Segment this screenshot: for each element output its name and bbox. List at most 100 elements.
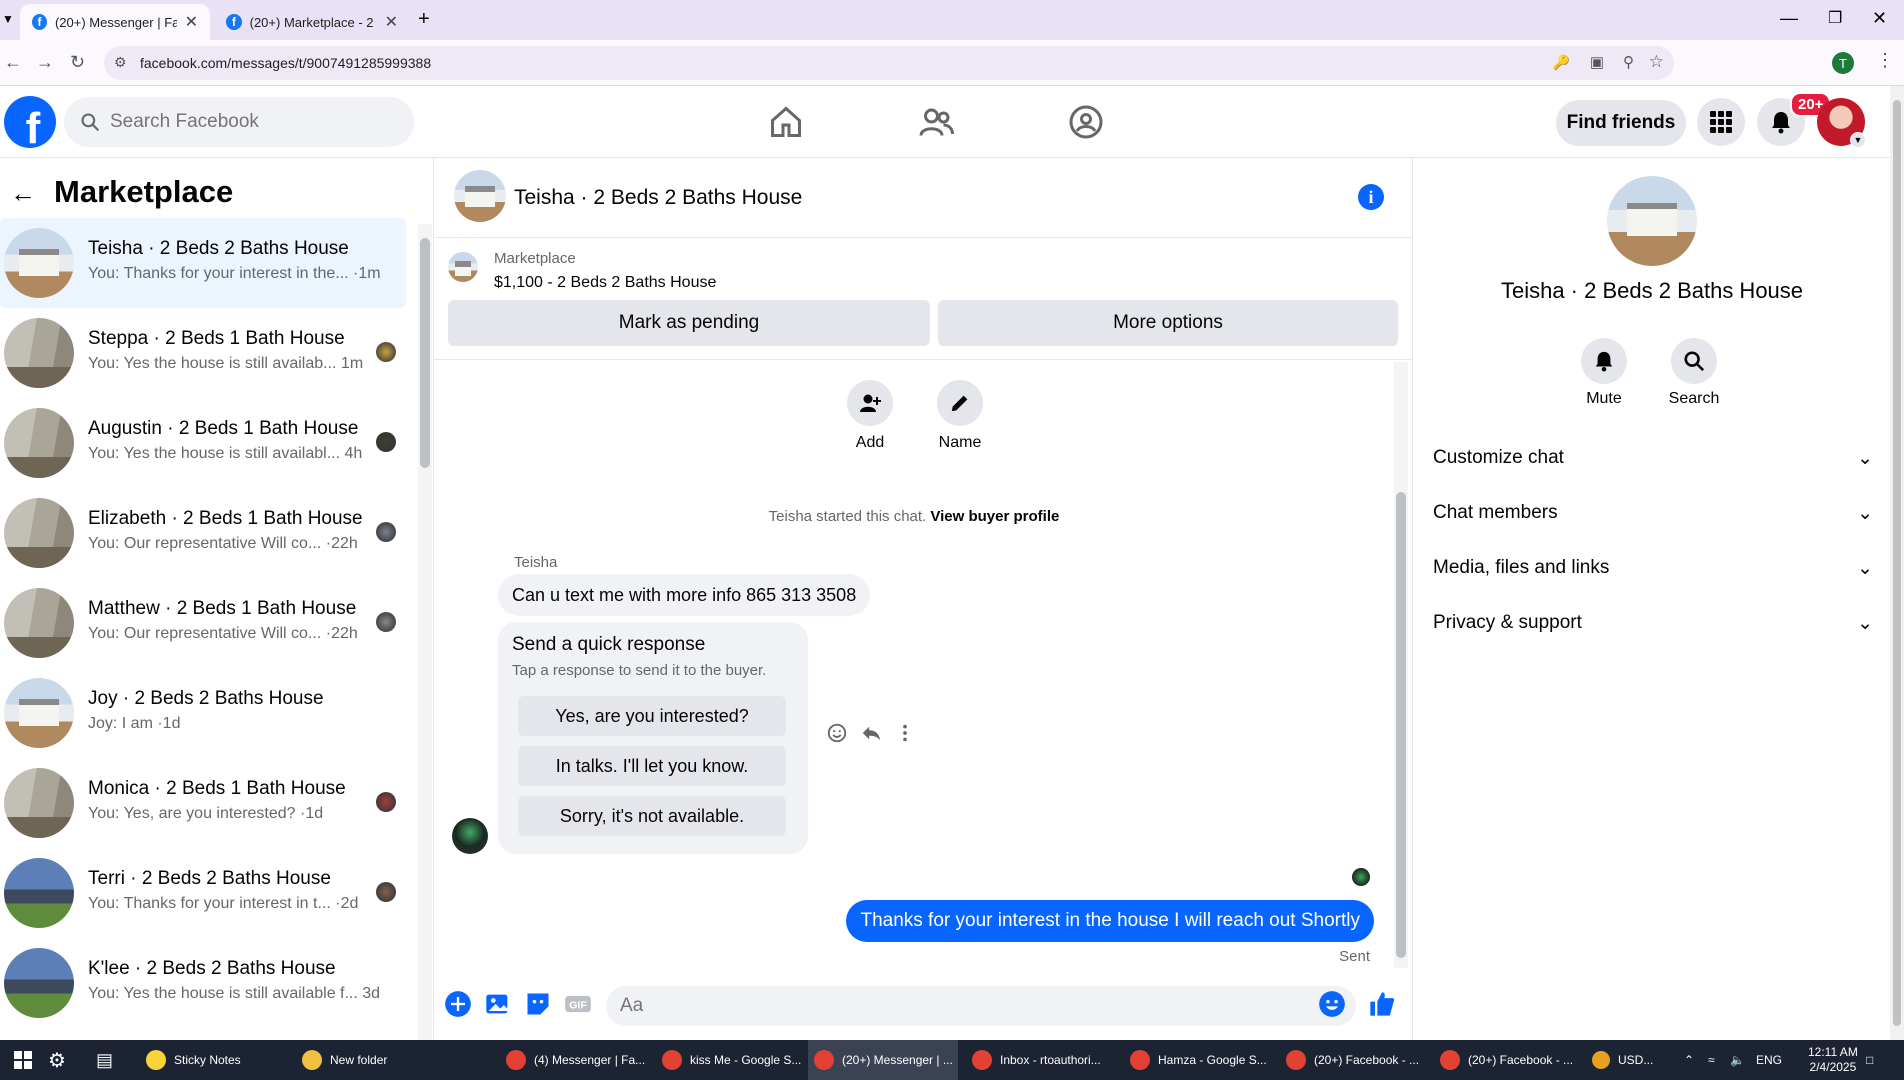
info-icon[interactable]: i (1358, 184, 1384, 210)
media-files-links-section[interactable]: Media, files and links ⌄ (1433, 548, 1873, 588)
sender-avatar[interactable] (452, 818, 488, 854)
conversation-item[interactable]: Terri · 2 Beds 2 Baths House You: Thanks … (0, 848, 406, 938)
incoming-message[interactable]: Can u text me with more info 865 313 350… (498, 574, 871, 616)
chat-members-section[interactable]: Chat members ⌄ (1433, 493, 1873, 533)
more-options-button[interactable]: More options (938, 300, 1398, 346)
reply-icon[interactable] (860, 722, 882, 744)
taskbar-app-item[interactable]: Inbox - rtoauthori... (966, 1040, 1116, 1080)
chat-title[interactable]: Teisha · 2 Beds 2 Baths House (514, 186, 802, 210)
reload-icon[interactable]: ↻ (70, 52, 85, 73)
volume-icon[interactable]: 🔈 (1730, 1040, 1745, 1080)
page-scrollbar[interactable] (1890, 86, 1904, 1040)
tray-chevron-icon[interactable]: ⌃ (1684, 1040, 1694, 1080)
message-input[interactable] (606, 986, 1356, 1026)
currency-widget[interactable]: USD... (1592, 1040, 1653, 1080)
forward-icon[interactable]: → (36, 52, 54, 73)
sticker-icon[interactable] (524, 990, 552, 1018)
conversation-item[interactable]: Augustin · 2 Beds 1 Bath House You: Yes t… (0, 398, 406, 488)
windows-start-icon[interactable] (14, 1040, 32, 1080)
conversation-item[interactable]: Elizabeth · 2 Beds 1 Bath House You: Our … (0, 488, 406, 578)
language-indicator[interactable]: ENG (1756, 1040, 1782, 1080)
tab-marketplace[interactable]: f (20+) Marketplace - 2 Beds 2 B… ✕ (214, 4, 410, 40)
more-vertical-icon[interactable] (894, 722, 916, 744)
mute-button[interactable] (1581, 338, 1627, 384)
close-tab-icon[interactable]: ✕ (185, 12, 198, 32)
react-emoji-icon[interactable] (826, 722, 848, 744)
install-app-icon[interactable]: ▣ (1590, 53, 1604, 71)
menu-button[interactable] (1697, 98, 1745, 146)
find-friends-button[interactable]: Find friends (1556, 100, 1686, 146)
taskbar-item-label: (20+) Facebook - ... (1468, 1053, 1574, 1067)
account-chevron-icon[interactable]: ▼ (1850, 132, 1866, 148)
chevron-down-icon: ⌄ (1857, 557, 1873, 579)
address-bar[interactable]: ⚙ facebook.com/messages/t/90074912859993… (104, 46, 1674, 80)
add-person-icon (860, 394, 881, 412)
close-window-icon[interactable]: ✕ (1872, 8, 1887, 29)
customize-chat-section[interactable]: Customize chat ⌄ (1433, 438, 1873, 478)
add-people-button[interactable] (847, 380, 893, 426)
site-info-icon[interactable]: ⚙ (114, 54, 127, 71)
listing-thumbnail[interactable] (448, 252, 478, 282)
friends-icon[interactable] (916, 104, 956, 140)
conversation-item[interactable]: Matthew · 2 Beds 1 Bath House You: Our re… (0, 578, 406, 668)
quick-response-yes-button[interactable]: Yes, are you interested? (518, 696, 786, 736)
zoom-icon[interactable]: ⚲ (1623, 53, 1634, 71)
taskbar-app-item[interactable]: kiss Me - Google S... (656, 1040, 806, 1080)
conversation-scrollbar[interactable] (418, 224, 432, 1040)
settings-gear-icon[interactable]: ⚙ (48, 1040, 66, 1080)
facebook-logo-icon[interactable]: f (4, 96, 56, 148)
contact-avatar[interactable] (1607, 176, 1697, 266)
mark-pending-button[interactable]: Mark as pending (448, 300, 930, 346)
conversation-preview: You: Our representative Will co... ·22h (88, 535, 358, 552)
taskbar-app-item[interactable]: New folder (296, 1040, 426, 1080)
photo-icon[interactable] (484, 990, 512, 1018)
bookmark-star-icon[interactable]: ☆ (1649, 52, 1664, 72)
conversation-item[interactable]: Steppa · 2 Beds 1 Bath House You: Yes the… (0, 308, 406, 398)
tab-messenger[interactable]: f (20+) Messenger | Facebook ✕ (20, 4, 210, 40)
emoji-icon[interactable] (1318, 990, 1346, 1018)
gif-icon[interactable]: GIF (564, 990, 592, 1018)
plus-circle-icon[interactable] (444, 990, 472, 1018)
wifi-icon[interactable]: ≈ (1708, 1040, 1715, 1080)
chat-avatar[interactable] (454, 170, 506, 222)
tab-search-chevron-icon[interactable]: ▼ (2, 12, 14, 26)
close-tab-icon[interactable]: ✕ (385, 12, 398, 32)
taskbar-app-item[interactable]: (20+) Facebook - ... (1280, 1040, 1430, 1080)
back-icon[interactable]: ← (4, 52, 22, 73)
quick-response-unavailable-button[interactable]: Sorry, it's not available. (518, 796, 786, 836)
back-arrow-icon[interactable]: ← (10, 178, 36, 209)
notepad-icon[interactable]: ▤ (96, 1040, 113, 1080)
search-box[interactable] (64, 97, 414, 147)
view-buyer-profile-link[interactable]: View buyer profile (930, 508, 1059, 525)
app-icon (146, 1050, 166, 1070)
minimize-window-icon[interactable]: — (1780, 8, 1798, 29)
taskbar-app-item[interactable]: Hamza - Google S... (1124, 1040, 1274, 1080)
outgoing-message[interactable]: Thanks for your interest in the house I … (846, 900, 1374, 942)
restore-window-icon[interactable]: ❐ (1828, 8, 1842, 28)
privacy-support-section[interactable]: Privacy & support ⌄ (1433, 603, 1873, 643)
search-input[interactable] (110, 111, 390, 133)
quick-response-talks-button[interactable]: In talks. I'll let you know. (518, 746, 786, 786)
buyer-mini-avatar (376, 432, 396, 452)
browser-menu-icon[interactable]: ⋮ (1876, 50, 1894, 71)
home-icon[interactable] (766, 104, 806, 140)
notification-center-icon[interactable]: □ (1866, 1040, 1873, 1080)
conversation-item[interactable]: Joy · 2 Beds 2 Baths House Joy: I am ·1d (0, 668, 406, 758)
listing-price[interactable]: $1,100 - 2 Beds 2 Baths House (494, 274, 716, 292)
taskbar-app-item[interactable]: (20+) Facebook - ... (1434, 1040, 1584, 1080)
conversation-item[interactable]: K'lee · 2 Beds 2 Baths House You: Yes the… (0, 938, 406, 1028)
conversation-item[interactable]: Monica · 2 Beds 1 Bath House You: Yes, ar… (0, 758, 406, 848)
taskbar-app-item[interactable]: (20+) Messenger | ... (808, 1040, 958, 1080)
like-thumb-icon[interactable] (1368, 990, 1396, 1018)
groups-icon[interactable] (1066, 104, 1106, 140)
message-scrollbar[interactable] (1394, 362, 1408, 968)
name-chat-button[interactable] (937, 380, 983, 426)
conversation-item[interactable]: Teisha · 2 Beds 2 Baths House You: Thanks… (0, 218, 406, 308)
taskbar-app-item[interactable]: Sticky Notes (140, 1040, 270, 1080)
new-tab-icon[interactable]: + (418, 8, 430, 31)
taskbar-app-item[interactable]: (4) Messenger | Fa... (500, 1040, 650, 1080)
profile-avatar[interactable]: T (1832, 52, 1854, 74)
password-key-icon[interactable]: 🔑 (1553, 54, 1570, 71)
clock[interactable]: 12:11 AM 2/4/2025 (1808, 1040, 1858, 1080)
search-in-chat-button[interactable] (1671, 338, 1717, 384)
